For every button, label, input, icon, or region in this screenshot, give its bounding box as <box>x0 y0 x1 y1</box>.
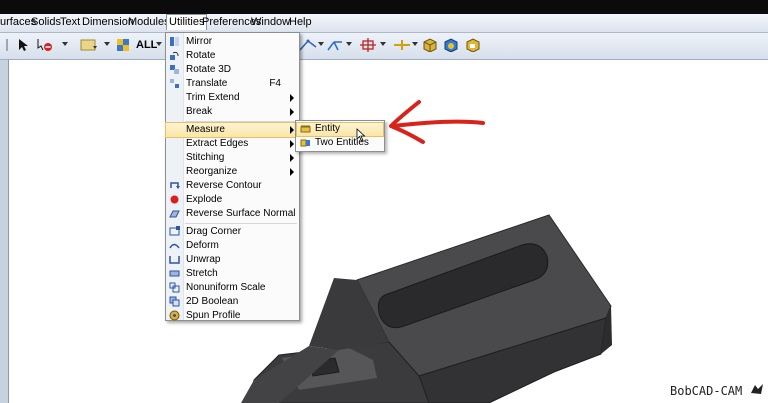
plane-dropdown-icon[interactable] <box>380 42 386 46</box>
brand-logo-icon <box>751 384 763 394</box>
menu-item-reverse-surface-normal[interactable]: Reverse Surface Normal <box>166 207 299 221</box>
solid-shaded-icon[interactable] <box>465 38 481 52</box>
menu-item-spun-profile[interactable]: Spun Profile <box>166 309 299 323</box>
deform-icon <box>169 243 180 249</box>
translate-icon <box>170 79 179 88</box>
menu-item-reverse-contour[interactable]: Reverse Contour <box>166 179 299 193</box>
menu-item-unwrap[interactable]: Unwrap <box>166 253 299 267</box>
submenu-arrow-icon <box>290 94 294 102</box>
menu-separator <box>185 121 297 122</box>
filter-dropdown-icon[interactable] <box>104 42 110 46</box>
reverse-normal-icon <box>169 210 180 218</box>
view-rotate-dropdown-icon[interactable] <box>318 42 324 46</box>
submenu-arrow-icon <box>290 168 294 176</box>
view-rotate-icon[interactable] <box>298 38 318 52</box>
all-filter-label[interactable]: ALL <box>136 39 157 51</box>
solid-color-icon[interactable] <box>443 38 459 52</box>
solid-box-icon[interactable] <box>422 38 438 52</box>
submenu-arrow-icon <box>290 108 294 116</box>
reverse-contour-icon <box>170 182 180 189</box>
menu-item-break[interactable]: Break <box>166 105 299 119</box>
graphics-canvas[interactable] <box>9 60 768 403</box>
menu-item-drag-corner[interactable]: Drag Corner <box>166 225 299 239</box>
menu-item-mirror[interactable]: Mirror <box>166 35 299 49</box>
menu-item-extract-edges[interactable]: Extract Edges <box>166 137 299 151</box>
axis-dropdown-icon[interactable] <box>346 42 352 46</box>
menu-text[interactable]: Text <box>60 16 80 28</box>
workplane-dropdown-icon[interactable] <box>412 42 418 46</box>
select-arrow-icon[interactable] <box>16 38 30 52</box>
mirror-icon <box>170 37 179 46</box>
menu-item-explode[interactable]: Explode <box>166 193 299 207</box>
menu-item-2d-boolean[interactable]: 2D Boolean <box>166 295 299 309</box>
entity-measure-icon <box>300 125 311 133</box>
plane-origin-icon[interactable] <box>360 38 378 52</box>
utilities-menu: Mirror Rotate Rotate 3D Translate F4 Tri… <box>165 32 300 321</box>
menu-item-reorganize[interactable]: Reorganize <box>166 165 299 179</box>
rotate-3d-icon <box>170 65 179 74</box>
cancel-select-icon[interactable] <box>36 38 54 52</box>
menu-item-stitching[interactable]: Stitching <box>166 151 299 165</box>
stretch-icon <box>169 270 180 277</box>
menu-item-deform[interactable]: Deform <box>166 239 299 253</box>
measure-submenu: Entity Two Entities <box>295 120 385 152</box>
rotate-icon <box>170 51 179 60</box>
submenu-arrow-icon <box>290 140 294 148</box>
drag-corner-icon <box>169 226 180 236</box>
menu-solids[interactable]: Solids <box>31 16 61 28</box>
boolean-icon <box>169 296 180 307</box>
spun-profile-icon <box>169 310 180 321</box>
menu-help[interactable]: Help <box>289 16 312 28</box>
two-entities-measure-icon <box>300 139 310 147</box>
workplane-icon[interactable] <box>392 38 412 52</box>
submenu-item-two-entities[interactable]: Two Entities <box>297 137 383 150</box>
all-dropdown-icon[interactable] <box>156 42 162 46</box>
menu-item-measure[interactable]: Measure <box>165 122 300 138</box>
axis-icon[interactable] <box>326 38 346 52</box>
brand-watermark: BobCAD-CAM <box>670 384 743 398</box>
menu-item-translate[interactable]: Translate F4 <box>166 77 299 91</box>
unwrap-icon <box>169 256 180 264</box>
layer-squares-icon[interactable] <box>116 38 130 52</box>
left-panel-edge <box>0 60 9 403</box>
toolbar-grip-icon <box>6 39 8 51</box>
translate-shortcut: F4 <box>269 78 281 89</box>
explode-icon <box>170 195 179 204</box>
menu-item-rotate-3d[interactable]: Rotate 3D <box>166 63 299 77</box>
menu-bar: urfaces Solids Text Dimension Modules Ut… <box>0 14 768 33</box>
selection-filter-icon[interactable] <box>80 38 98 52</box>
mouse-cursor-icon <box>356 128 366 142</box>
window-top-strip <box>0 0 768 14</box>
menu-item-stretch[interactable]: Stretch <box>166 267 299 281</box>
menu-modules[interactable]: Modules <box>128 16 170 28</box>
submenu-item-entity[interactable]: Entity <box>296 122 384 137</box>
menu-item-nonuniform-scale[interactable]: Nonuniform Scale <box>166 281 299 295</box>
menu-dimension[interactable]: Dimension <box>82 16 134 28</box>
menu-item-rotate[interactable]: Rotate <box>166 49 299 63</box>
submenu-arrow-icon <box>290 154 294 162</box>
nonuniform-scale-icon <box>169 282 180 293</box>
toolbar: ALL <box>0 33 768 60</box>
submenu-arrow-icon <box>290 126 294 134</box>
menu-item-trim-extend[interactable]: Trim Extend <box>166 91 299 105</box>
menu-separator <box>185 223 297 224</box>
annotation-arrow <box>389 100 485 144</box>
cancel-select-dropdown-icon[interactable] <box>62 42 68 46</box>
menu-window[interactable]: Window <box>251 16 290 28</box>
